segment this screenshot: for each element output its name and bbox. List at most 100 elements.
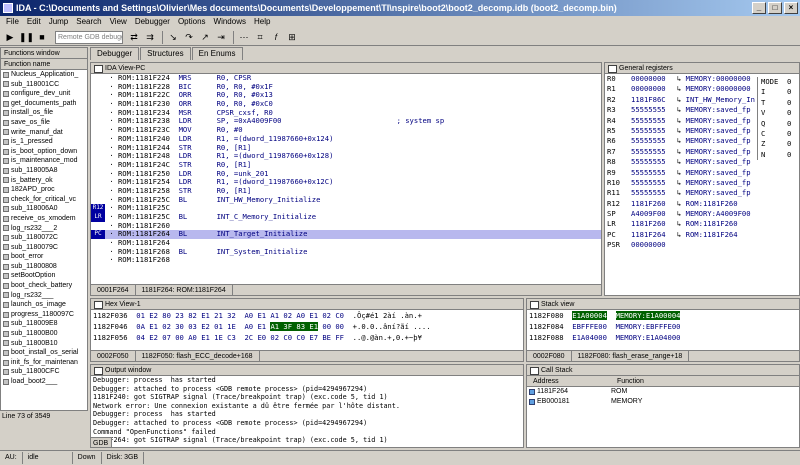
register-value[interactable]: 00000000 bbox=[631, 240, 677, 250]
flag-row[interactable]: Z0 bbox=[758, 139, 799, 149]
function-list-item[interactable]: is_battery_ok bbox=[1, 176, 87, 186]
function-list-item[interactable]: sub_11800B00 bbox=[1, 329, 87, 339]
hex-row[interactable]: 1182F036 01 E2 80 23 82 E1 21 32 A0 E1 A… bbox=[91, 310, 523, 321]
register-reference[interactable]: MEMORY:saved_fp bbox=[686, 178, 751, 187]
disassembly-listing[interactable]: · ROM:1181F224 MRS R0, CPSR · ROM:1181F22… bbox=[91, 73, 601, 265]
register-value[interactable]: 55555555 bbox=[631, 116, 677, 126]
register-reference[interactable]: MEMORY:00000000 bbox=[686, 84, 751, 93]
step-out-icon[interactable]: ↗ bbox=[198, 31, 212, 44]
function-list-item[interactable]: init_fs_for_maintenan bbox=[1, 358, 87, 368]
register-row[interactable]: PC 1181F264 ↳ ROM:1181F264 bbox=[605, 230, 799, 240]
register-reference[interactable]: MEMORY:saved_fp bbox=[686, 116, 751, 125]
hex-view[interactable]: Hex View-1 1182F036 01 E2 80 23 82 E1 21… bbox=[90, 298, 524, 362]
function-list-item[interactable]: write_manuf_dat bbox=[1, 128, 87, 138]
flag-row[interactable]: N0 bbox=[758, 150, 799, 160]
function-list-item[interactable]: is_1_pressed bbox=[1, 137, 87, 147]
step-into-icon[interactable]: ↘ bbox=[166, 31, 180, 44]
register-row[interactable]: R12 1181F260 ↳ ROM:1181F260 bbox=[605, 199, 799, 209]
register-value[interactable]: 55555555 bbox=[631, 188, 677, 198]
menu-item-edit[interactable]: Edit bbox=[23, 16, 45, 29]
flag-value[interactable]: 0 bbox=[787, 139, 791, 148]
function-list-item[interactable]: receive_os_xmodem bbox=[1, 214, 87, 224]
register-value[interactable]: A4009F00 bbox=[631, 209, 677, 219]
register-reference[interactable]: ROM:1181F260 bbox=[686, 219, 738, 228]
function-list-item[interactable]: sub_11800B10 bbox=[1, 339, 87, 349]
stack-value[interactable]: E1A00004 bbox=[572, 311, 607, 320]
function-list-item[interactable]: save_os_file bbox=[1, 118, 87, 128]
function-list-item[interactable]: setBootOption bbox=[1, 271, 87, 281]
stack-reference[interactable]: MEMORY:E1A04000 bbox=[616, 333, 681, 342]
register-reference[interactable]: MEMORY:saved_fp bbox=[686, 168, 751, 177]
graph-icon[interactable]: ⌗ bbox=[253, 31, 267, 44]
hex-dump[interactable]: 1182F036 01 E2 80 23 82 E1 21 32 A0 E1 A… bbox=[91, 310, 523, 343]
menu-item-windows[interactable]: Windows bbox=[210, 16, 250, 29]
stack-row[interactable]: 1182F084 EBFFFE00 MEMORY:EBFFFE00 bbox=[527, 321, 799, 332]
flag-row[interactable]: V0 bbox=[758, 108, 799, 118]
maximize-button[interactable]: □ bbox=[768, 2, 782, 14]
flag-value[interactable]: 0 bbox=[787, 98, 791, 107]
function-list-item[interactable]: sub_118001CC bbox=[1, 80, 87, 90]
register-value[interactable]: 55555555 bbox=[631, 126, 677, 136]
stack-list[interactable]: 1182F080 E1A00004 MEMORY:E1A00004 1182F08… bbox=[527, 310, 799, 343]
function-list-item[interactable]: launch_os_image bbox=[1, 300, 87, 310]
stack-row[interactable]: 1182F080 E1A00004 MEMORY:E1A00004 bbox=[527, 310, 799, 321]
register-value[interactable]: 1181F86C bbox=[631, 95, 677, 105]
function-list-item[interactable]: boot_check_battery bbox=[1, 281, 87, 291]
function-name-header[interactable]: Function name bbox=[1, 59, 87, 70]
call-stack-row[interactable]: 1181F264 ROM bbox=[527, 387, 799, 397]
register-reference[interactable]: MEMORY:00000000 bbox=[686, 74, 751, 83]
function-list-item[interactable]: get_documents_path bbox=[1, 99, 87, 109]
flag-value[interactable]: 0 bbox=[787, 119, 791, 128]
attach-icon[interactable]: ⇄ bbox=[127, 31, 141, 44]
register-value[interactable]: 1181F260 bbox=[631, 219, 677, 229]
stack-reference[interactable]: MEMORY:E1A00004 bbox=[615, 311, 681, 320]
menu-item-debugger[interactable]: Debugger bbox=[131, 16, 174, 29]
register-reference[interactable]: INT_HW_Memory_In bbox=[686, 95, 755, 104]
hex-row[interactable]: 1182F056 04 E2 07 00 A0 E1 1E C3 2C E0 0… bbox=[91, 332, 523, 343]
tab-0[interactable]: Debugger bbox=[90, 47, 140, 60]
stack-value[interactable]: EBFFFE00 bbox=[572, 322, 607, 331]
hex-row[interactable]: 1182F046 0A E1 02 30 03 E2 01 1E A0 E1 A… bbox=[91, 321, 523, 332]
flag-value[interactable]: 0 bbox=[787, 129, 791, 138]
flag-row[interactable]: Q0 bbox=[758, 119, 799, 129]
close-button[interactable]: × bbox=[784, 2, 798, 14]
menu-item-file[interactable]: File bbox=[2, 16, 23, 29]
flag-row[interactable]: T0 bbox=[758, 98, 799, 108]
register-reference[interactable]: MEMORY:saved_fp bbox=[686, 126, 751, 135]
function-list-item[interactable]: sub_1180079C bbox=[1, 243, 87, 253]
register-reference[interactable]: ROM:1181F264 bbox=[686, 230, 738, 239]
register-row[interactable]: R10 55555555 ↳ MEMORY:saved_fp bbox=[605, 178, 799, 188]
detach-icon[interactable]: ⇉ bbox=[143, 31, 157, 44]
register-value[interactable]: 1181F260 bbox=[631, 199, 677, 209]
play-icon[interactable]: ▶ bbox=[3, 31, 17, 44]
register-row[interactable]: R9 55555555 ↳ MEMORY:saved_fp bbox=[605, 168, 799, 178]
menu-item-help[interactable]: Help bbox=[250, 16, 274, 29]
register-value[interactable]: 00000000 bbox=[631, 74, 677, 84]
minimize-button[interactable]: _ bbox=[752, 2, 766, 14]
flag-row[interactable]: MODE 0 bbox=[758, 77, 799, 87]
function-list-item[interactable]: configure_dev_unit bbox=[1, 89, 87, 99]
flag-value[interactable]: 0 bbox=[787, 108, 791, 117]
tab-2[interactable]: En Enums bbox=[191, 47, 243, 60]
function-icon[interactable]: 𝑓 bbox=[269, 31, 283, 44]
register-row[interactable]: LR 1181F260 ↳ ROM:1181F260 bbox=[605, 219, 799, 229]
gdb-command-tab[interactable]: GDB bbox=[90, 437, 112, 448]
register-row[interactable]: SP A4009F00 ↳ MEMORY:A4009F00 bbox=[605, 209, 799, 219]
pause-icon[interactable]: ❚❚ bbox=[19, 31, 34, 44]
flag-value[interactable]: 0 bbox=[787, 77, 791, 86]
stack-row[interactable]: 1182F088 E1A04000 MEMORY:E1A04000 bbox=[527, 332, 799, 343]
output-log[interactable]: Debugger: process has started Debugger: a… bbox=[91, 376, 523, 445]
register-value[interactable]: 55555555 bbox=[631, 168, 677, 178]
register-row[interactable]: R11 55555555 ↳ MEMORY:saved_fp bbox=[605, 188, 799, 198]
function-list-item[interactable]: sub_11800808 bbox=[1, 262, 87, 272]
flag-list[interactable]: MODE 0 I 0 T 0 V 0 Q 0 C 0 Z 0 N 0 bbox=[757, 77, 799, 161]
step-over-icon[interactable]: ↷ bbox=[182, 31, 196, 44]
function-list-item[interactable]: log_rs232___ bbox=[1, 291, 87, 301]
function-list-item[interactable]: sub_1180072C bbox=[1, 233, 87, 243]
function-list-item[interactable]: progress_1180097C bbox=[1, 310, 87, 320]
hex-icon[interactable]: ⋯ bbox=[237, 31, 251, 44]
function-list-item[interactable]: sub_118006A0 bbox=[1, 204, 87, 214]
register-value[interactable]: 00000000 bbox=[631, 84, 677, 94]
flag-row[interactable]: C0 bbox=[758, 129, 799, 139]
function-list-item[interactable]: sub_11800CFC bbox=[1, 367, 87, 377]
